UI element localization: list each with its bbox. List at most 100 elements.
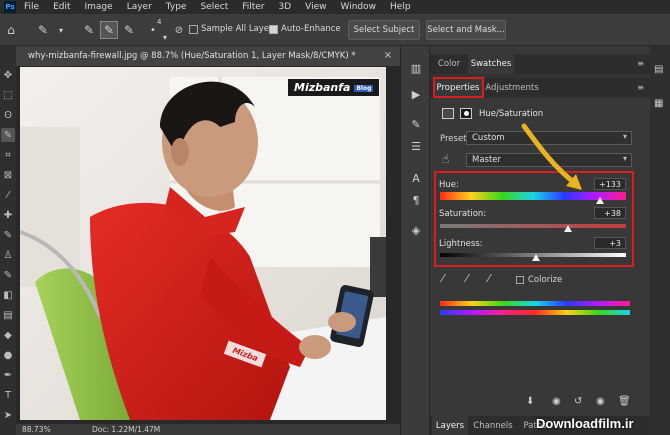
- sample-all-layers-label: Sample All Layers: [201, 24, 277, 34]
- channel-value: Master: [472, 155, 502, 165]
- add-to-sample-eyedropper-icon[interactable]: ⁄: [466, 272, 468, 285]
- panel-menu-icon[interactable]: ≡: [637, 59, 644, 68]
- brush-settings-icon[interactable]: ✎: [408, 116, 424, 132]
- close-document-icon[interactable]: ×: [384, 50, 392, 61]
- eyedropper-icon[interactable]: ⁄: [442, 272, 444, 285]
- annotation-arrow: [521, 123, 582, 190]
- adjustments-sliders-icon[interactable]: ☰: [408, 138, 424, 154]
- dodge-tool-icon[interactable]: ●: [1, 348, 15, 362]
- menu-3d[interactable]: 3D: [279, 2, 292, 12]
- panel-dock: ▥ ▶ ✎ ☰ A ¶ ◈: [400, 46, 430, 435]
- color-swatches-tabs: Color Swatches ≡: [430, 54, 650, 74]
- colorize-checkbox[interactable]: [516, 276, 524, 284]
- photoshop-logo-icon[interactable]: Ps: [4, 1, 16, 13]
- preset-label: Preset:: [440, 134, 470, 144]
- history-brush-tool-icon[interactable]: ✎: [1, 268, 15, 282]
- pen-tool-icon[interactable]: ✒: [1, 368, 15, 382]
- gradient-tool-icon[interactable]: ▤: [1, 308, 15, 322]
- subtract-from-sample-eyedropper-icon[interactable]: ⁄: [488, 272, 490, 285]
- crop-tool-icon[interactable]: ⌗: [1, 148, 15, 162]
- eyedropper-tool-icon[interactable]: ⁄: [1, 188, 15, 202]
- chevron-down-icon[interactable]: ▾: [52, 21, 70, 39]
- type-tool-icon[interactable]: T: [1, 388, 15, 402]
- input-color-bar: [440, 301, 630, 306]
- menu-image[interactable]: Image: [85, 2, 113, 12]
- chevron-down-icon: ▾: [622, 154, 627, 163]
- properties-tab-highlight: [433, 77, 484, 98]
- auto-enhance-label: Auto-Enhance: [281, 24, 341, 34]
- properties-panel: Color Swatches ≡ Properties Adjustments …: [430, 46, 650, 435]
- 3d-panel-icon[interactable]: ◈: [408, 222, 424, 238]
- tab-adjustments[interactable]: Adjustments: [485, 78, 538, 98]
- path-selection-tool-icon[interactable]: ➤: [1, 408, 15, 422]
- brush-size-value: 4: [157, 18, 162, 26]
- select-and-mask-button[interactable]: Select and Mask...: [426, 20, 506, 40]
- move-tool-icon[interactable]: ✥: [1, 68, 15, 82]
- reset-icon[interactable]: ↺: [574, 396, 582, 407]
- menu-file[interactable]: File: [24, 2, 39, 12]
- brush-tool-icon[interactable]: ✎: [1, 228, 15, 242]
- tab-color[interactable]: Color: [432, 54, 466, 74]
- paragraph-panel-icon[interactable]: ¶: [408, 192, 424, 208]
- menu-help[interactable]: Help: [390, 2, 411, 12]
- marquee-tool-icon[interactable]: ⬚: [1, 88, 15, 102]
- menu-bar: Ps File Edit Image Layer Type Select Fil…: [0, 0, 670, 14]
- frame-tool-icon[interactable]: ⊠: [1, 168, 15, 182]
- menu-window[interactable]: Window: [341, 2, 377, 12]
- lasso-tool-icon[interactable]: ʘ: [1, 108, 15, 122]
- menu-select[interactable]: Select: [200, 2, 228, 12]
- tools-panel: ✥ ⬚ ʘ ✎ ⌗ ⊠ ⁄ ✚ ✎ ♙ ✎ ◧ ▤ ◆ ● ✒ T ➤: [0, 46, 16, 435]
- quick-selection-tool-icon[interactable]: ✎: [1, 128, 15, 142]
- play-action-icon[interactable]: ▶: [408, 86, 424, 102]
- output-color-bar: [440, 310, 630, 315]
- menu-type[interactable]: Type: [166, 2, 187, 12]
- select-subject-button[interactable]: Select Subject: [348, 20, 420, 40]
- sample-all-layers-checkbox[interactable]: [189, 25, 198, 34]
- zoom-level[interactable]: 88.73%: [22, 425, 51, 434]
- collapsed-panel-strip: ▤ ▦: [650, 46, 670, 435]
- visibility-eye-icon[interactable]: ◉: [596, 396, 605, 407]
- delete-icon[interactable]: 🗑: [618, 396, 631, 407]
- character-panel-icon[interactable]: A: [408, 170, 424, 186]
- subtract-from-selection-icon[interactable]: ✎: [120, 21, 138, 39]
- menu-filter[interactable]: Filter: [242, 2, 264, 12]
- logo-text: Mizbanfa: [294, 81, 351, 94]
- clone-stamp-tool-icon[interactable]: ♙: [1, 248, 15, 262]
- home-icon[interactable]: ⌂: [2, 21, 20, 39]
- clip-to-layer-icon[interactable]: ⬇: [526, 396, 534, 407]
- document-tab[interactable]: why-mizbanfa-firewall.jpg @ 88.7% (Hue/S…: [16, 46, 400, 66]
- options-bar: ⌂ ✎ ▾ ✎ ✎ ✎ • 4 ▾ ⊘ Sample All Layers Au…: [0, 14, 670, 46]
- mizbanfa-logo: Mizbanfa Blog: [288, 79, 380, 96]
- document-canvas-image[interactable]: Mizbanfa Blog Mizba: [20, 67, 386, 420]
- tab-channels[interactable]: Channels: [470, 416, 516, 435]
- add-to-selection-icon[interactable]: ✎: [100, 21, 118, 39]
- colorize-label: Colorize: [528, 275, 563, 285]
- photo-illustration: [20, 67, 386, 420]
- libraries-panel-icon[interactable]: ▦: [654, 98, 663, 109]
- menu-layer[interactable]: Layer: [127, 2, 152, 12]
- blur-tool-icon[interactable]: ◆: [1, 328, 15, 342]
- eraser-tool-icon[interactable]: ◧: [1, 288, 15, 302]
- tab-swatches[interactable]: Swatches: [468, 54, 514, 74]
- learn-panel-icon[interactable]: ▤: [654, 64, 663, 75]
- status-bar: 88.73% Doc: 1.22M/1.47M: [16, 424, 400, 435]
- tab-layers[interactable]: Layers: [432, 416, 468, 435]
- properties-menu-icon[interactable]: ≡: [637, 83, 644, 92]
- targeted-adjustment-hand-icon[interactable]: ☝: [442, 152, 449, 166]
- document-size: Doc: 1.22M/1.47M: [92, 425, 161, 434]
- adjustment-layer-icon: [442, 108, 454, 119]
- brush-angle-icon[interactable]: ⊘: [170, 21, 188, 39]
- quick-selection-tool-icon[interactable]: ✎: [34, 21, 52, 39]
- chevron-down-icon: ▾: [622, 132, 627, 141]
- color-panel-icon[interactable]: ▥: [408, 60, 424, 76]
- auto-enhance-checkbox[interactable]: [269, 25, 278, 34]
- menu-edit[interactable]: Edit: [53, 2, 70, 12]
- preset-value: Custom: [472, 133, 505, 143]
- view-previous-state-icon[interactable]: ◉: [552, 396, 561, 407]
- logo-subtext: Blog: [354, 84, 374, 92]
- new-selection-icon[interactable]: ✎: [80, 21, 98, 39]
- healing-brush-tool-icon[interactable]: ✚: [1, 208, 15, 222]
- menu-view[interactable]: View: [305, 2, 326, 12]
- watermark: Downloadfilm.ir: [536, 416, 634, 431]
- layer-mask-icon[interactable]: [460, 108, 472, 119]
